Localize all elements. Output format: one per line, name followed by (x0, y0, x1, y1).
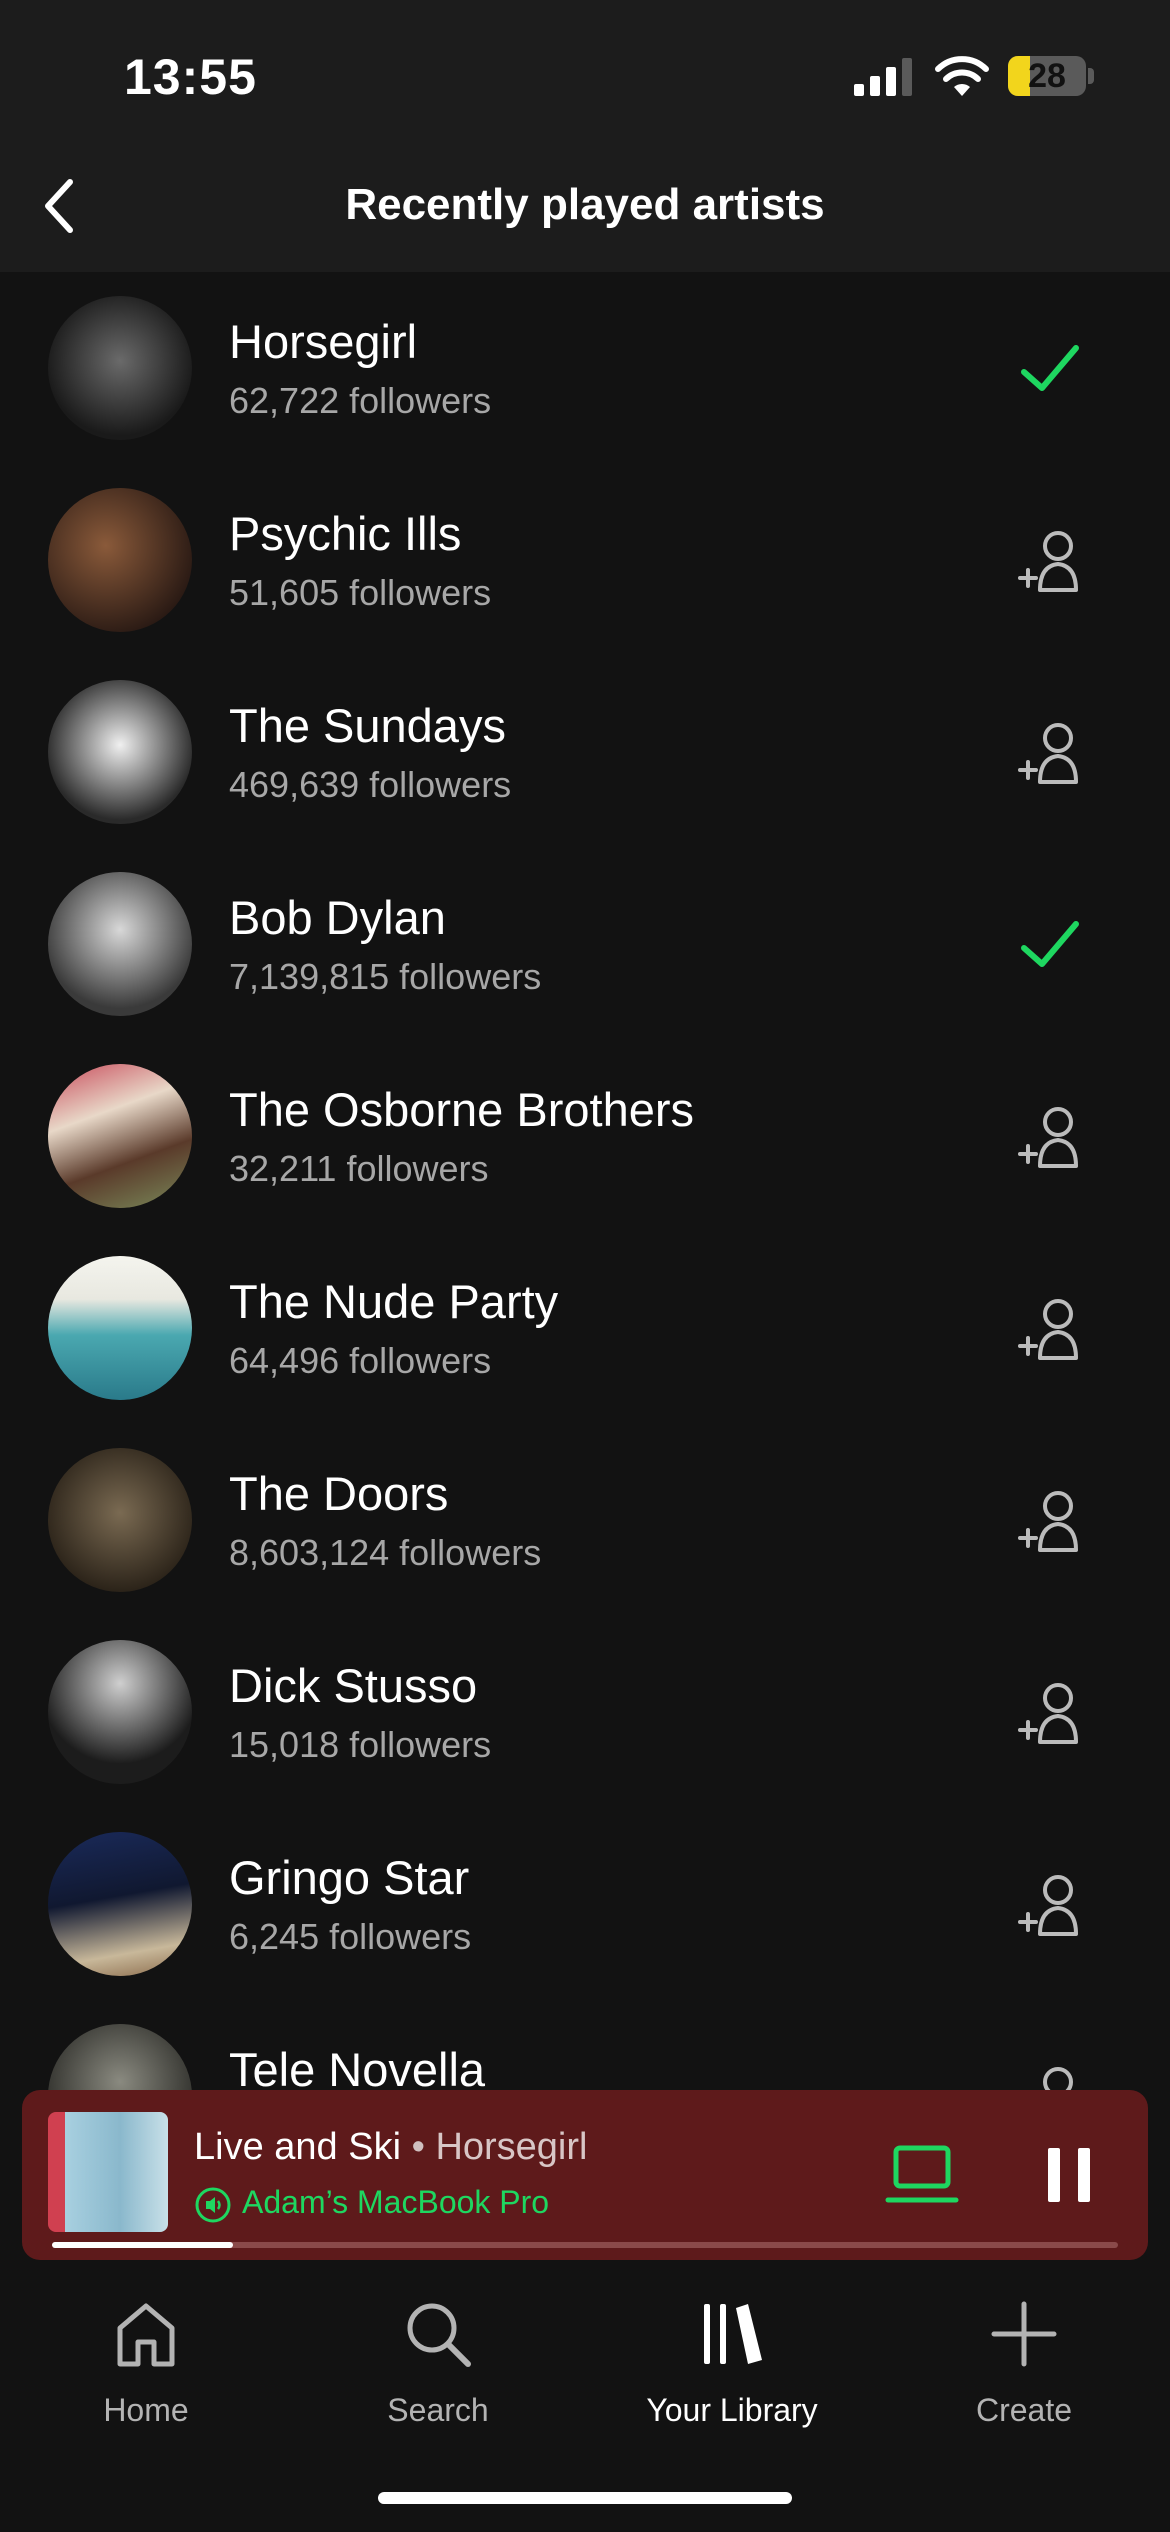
battery-icon: 28 (1008, 56, 1086, 96)
pause-icon[interactable] (1042, 2146, 1096, 2204)
add-user-icon[interactable] (1010, 1292, 1090, 1364)
track-title: Live and Ski (194, 2126, 402, 2168)
page-title: Recently played artists (345, 180, 825, 229)
wifi-icon (935, 56, 989, 96)
artist-avatar (48, 1256, 192, 1400)
cellular-signal-icon (854, 58, 912, 96)
artist-name: Tele Novella (229, 2043, 486, 2096)
following-check-icon[interactable] (1010, 908, 1090, 980)
artist-name: The Nude Party (229, 1275, 559, 1328)
device-label: Adam’s MacBook Pro (194, 2184, 549, 2224)
track-artist: Horsegirl (435, 2126, 588, 2168)
follower-count: 8,603,124 followers (229, 1532, 542, 1573)
nav-your-library[interactable]: Your Library (622, 2298, 842, 2429)
artist-name: The Osborne Brothers (229, 1083, 694, 1136)
artist-row[interactable]: The Doors 8,603,124 followers (0, 1424, 1170, 1616)
artist-avatar (48, 1832, 192, 1976)
battery-percent: 28 (1028, 57, 1066, 95)
home-indicator (378, 2492, 792, 2504)
status-time: 13:55 (124, 49, 257, 105)
add-user-icon[interactable] (1010, 1100, 1090, 1172)
artist-avatar (48, 488, 192, 632)
now-playing-bar[interactable]: Live and Ski • Horsegirl Adam’s MacBook … (22, 2090, 1148, 2260)
artist-avatar (48, 680, 192, 824)
playback-progress[interactable] (52, 2242, 1118, 2248)
laptop-icon[interactable] (884, 2142, 960, 2208)
add-user-icon[interactable] (1010, 716, 1090, 788)
nav-home-label: Home (103, 2392, 189, 2428)
artist-name: The Doors (229, 1467, 449, 1520)
artist-name: Psychic Ills (229, 507, 462, 560)
artist-row[interactable]: Horsegirl 62,722 followers (0, 272, 1170, 464)
library-icon (704, 2304, 762, 2364)
nav-home[interactable]: Home (36, 2298, 256, 2429)
home-icon (117, 2303, 175, 2367)
add-user-icon[interactable] (1010, 1676, 1090, 1748)
artist-row[interactable]: The Osborne Brothers 32,211 followers (0, 1040, 1170, 1232)
artist-avatar (48, 1064, 192, 1208)
nav-create[interactable]: Create (914, 2298, 1134, 2429)
follower-count: 6,245 followers (229, 1916, 472, 1957)
nav-create-label: Create (975, 2392, 1073, 2428)
follower-count: 7,139,815 followers (229, 956, 542, 997)
track-separator: • (401, 2126, 436, 2168)
progress-fill (52, 2242, 234, 2248)
plus-icon (991, 2301, 1057, 2367)
track-info: Live and Ski • Horsegirl (194, 2126, 587, 2169)
following-check-icon[interactable] (1010, 332, 1090, 404)
follower-count: 32,211 followers (229, 1148, 489, 1189)
artist-row[interactable]: The Sundays 469,639 followers (0, 656, 1170, 848)
search-icon (407, 2303, 471, 2367)
artist-name: The Sundays (229, 699, 506, 752)
artist-row[interactable]: Bob Dylan 7,139,815 followers (0, 848, 1170, 1040)
artist-name: Horsegirl (229, 315, 418, 368)
artist-avatar (48, 1448, 192, 1592)
artist-name: Gringo Star (229, 1851, 470, 1904)
follower-count: 62,722 followers (229, 380, 492, 421)
artist-row[interactable]: Gringo Star 6,245 followers (0, 1808, 1170, 2000)
device-name: Adam’s MacBook Pro (242, 2184, 550, 2220)
artist-list: Horsegirl 62,722 followers Psychic Ills … (0, 272, 1170, 2192)
nav-search-label: Search (387, 2392, 489, 2428)
follower-count: 15,018 followers (229, 1724, 492, 1765)
artist-row[interactable]: The Nude Party 64,496 followers (0, 1232, 1170, 1424)
follower-count: 51,605 followers (229, 572, 492, 613)
follower-count: 469,639 followers (229, 764, 512, 805)
artist-name: Dick Stusso (229, 1659, 478, 1712)
nav-search[interactable]: Search (328, 2298, 548, 2429)
add-user-icon[interactable] (1010, 1868, 1090, 1940)
artist-avatar (48, 872, 192, 1016)
artist-row[interactable]: Psychic Ills 51,605 followers (0, 464, 1170, 656)
add-user-icon[interactable] (1010, 524, 1090, 596)
album-art (48, 2112, 168, 2232)
add-user-icon[interactable] (1010, 1484, 1090, 1556)
artist-row[interactable]: Dick Stusso 15,018 followers (0, 1616, 1170, 1808)
nav-library-label: Your Library (646, 2392, 818, 2428)
artist-name: Bob Dylan (229, 891, 446, 944)
speaker-icon (195, 2187, 231, 2223)
artist-avatar (48, 296, 192, 440)
artist-avatar (48, 1640, 192, 1784)
top-bar: 13:55 28 Recently played artists (0, 0, 1170, 272)
follower-count: 64,496 followers (229, 1340, 492, 1381)
